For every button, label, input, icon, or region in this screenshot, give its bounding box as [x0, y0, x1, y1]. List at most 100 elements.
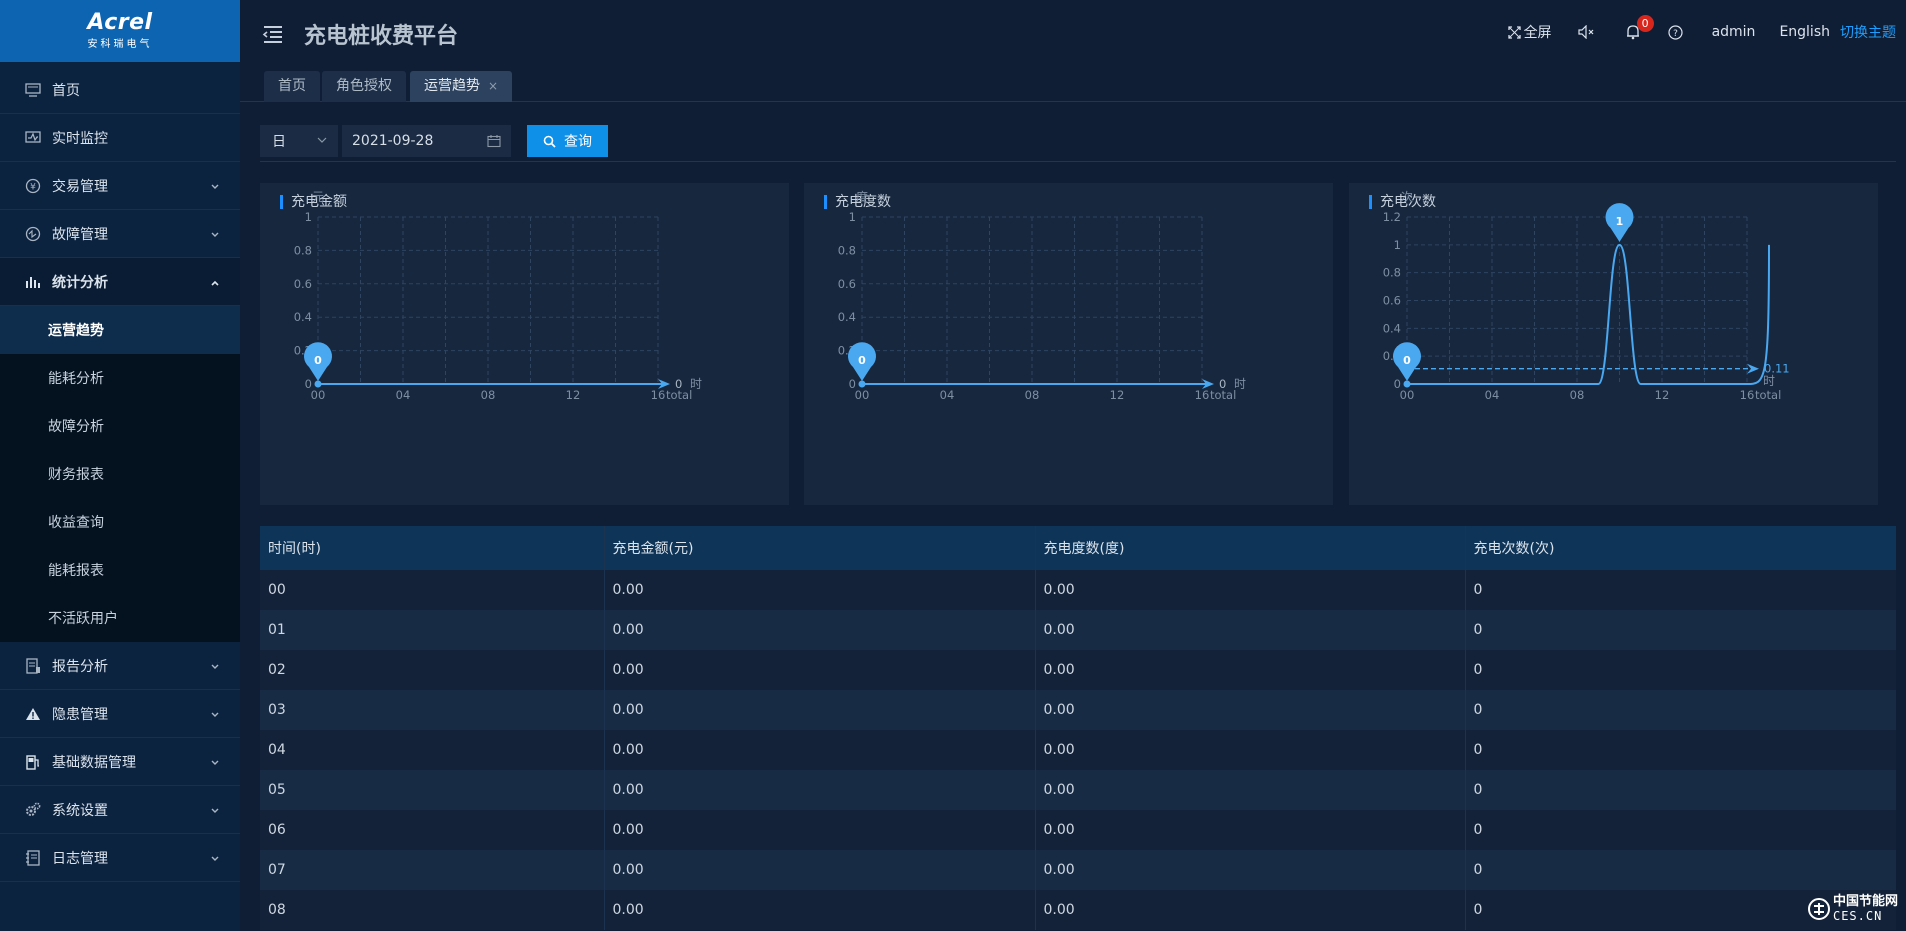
sidebar-item-label: 基础数据管理 [52, 754, 136, 771]
x-axis-title: 时 [1234, 377, 1246, 391]
x-axis-title: 时 [690, 377, 702, 391]
close-icon[interactable]: × [488, 79, 498, 93]
brand-name: Acrel [87, 10, 153, 35]
sidebar-subitem-energy-analysis[interactable]: 能耗分析 [0, 354, 240, 402]
submenu-list: 运营趋势 能耗分析 故障分析 财务报表 收益查询 能耗报表 不活跃用户 [0, 306, 240, 642]
sidebar-subitem-revenue-query[interactable]: 收益查询 [0, 498, 240, 546]
user-menu[interactable]: admin [1712, 24, 1756, 40]
svg-text:¥: ¥ [30, 182, 36, 192]
y-tick-label: 0.6 [294, 277, 312, 291]
table-cell: 0.00 [1035, 610, 1466, 650]
switch-theme-link[interactable]: 切换主题 [1840, 22, 1896, 42]
help-button[interactable]: ? [1667, 24, 1686, 40]
y-axis-title: 次 [1401, 190, 1413, 204]
table-cell: 0.00 [1035, 850, 1466, 890]
table-cell: 0.00 [604, 570, 1036, 610]
query-button[interactable]: 查询 [527, 125, 608, 157]
table-row: 05 0.00 0.00 0 [260, 770, 1896, 810]
column-header[interactable]: 充电金额(元) [604, 526, 1036, 570]
table-cell: 02 [260, 650, 605, 690]
sidebar-item-reports[interactable]: 报告分析 [0, 642, 240, 690]
x-tick-label: 00 [1400, 388, 1415, 402]
date-input[interactable]: 2021-09-28 [342, 125, 511, 157]
watermark-en: CES.CN [1832, 909, 1883, 923]
warning-icon [24, 705, 42, 723]
x-tick-label: 16 [1195, 388, 1210, 402]
x-tick-label: 00 [311, 388, 326, 402]
sidebar-item-logs[interactable]: 日志管理 [0, 834, 240, 882]
table-row: 04 0.00 0.00 0 [260, 730, 1896, 770]
table-cell: 0 [1465, 730, 1896, 770]
sidebar-item-basic-data[interactable]: 基础数据管理 [0, 738, 240, 786]
table-cell: 05 [260, 770, 605, 810]
date-value: 2021-09-28 [352, 133, 434, 149]
y-tick-label: 0.8 [1383, 266, 1401, 280]
y-tick-label: 1 [849, 210, 856, 224]
sidebar-item-faults[interactable]: 故障管理 [0, 210, 240, 258]
average-label: 0 [675, 377, 682, 391]
sidebar-item-transactions[interactable]: ¥ 交易管理 [0, 162, 240, 210]
sidebar-item-settings[interactable]: 系统设置 [0, 786, 240, 834]
chart-panel-count: 充电次数 0 0.2 0.4 0.6 0.8 1 1.2 00 04 08 12 16 total 次 0.… [1349, 183, 1878, 505]
column-header[interactable]: 充电度数(度) [1035, 526, 1466, 570]
sidebar-item-label: 报告分析 [52, 658, 108, 675]
fullscreen-button[interactable]: 全屏 [1507, 22, 1552, 42]
table-row: 02 0.00 0.00 0 [260, 650, 1896, 690]
y-axis-title: 元 [312, 190, 324, 204]
mute-button[interactable] [1577, 25, 1599, 39]
tab-label: 首页 [278, 78, 306, 94]
divider [260, 161, 1896, 162]
marker-label: 0 [858, 354, 866, 367]
y-tick-label: 0.4 [1383, 321, 1401, 335]
table-cell: 0.00 [1035, 770, 1466, 810]
y-tick-label: 0.4 [838, 310, 856, 324]
series-line-total [1746, 244, 1770, 385]
tab-operation-trend[interactable]: 运营趋势 × [410, 71, 513, 102]
language-switch[interactable]: English [1779, 24, 1830, 40]
series-line [1407, 243, 1747, 385]
table-cell: 0 [1465, 610, 1896, 650]
chevron-down-icon [317, 137, 327, 143]
tab-home[interactable]: 首页 [264, 71, 320, 102]
table-cell: 0.00 [604, 650, 1036, 690]
sidebar-subitem-operation-trend[interactable]: 运营趋势 [0, 306, 240, 354]
tab-role-auth[interactable]: 角色授权 [322, 71, 406, 102]
sidebar-item-label: 交易管理 [52, 178, 108, 195]
logo[interactable]: Acrel 安科瑞电气 [0, 0, 240, 62]
x-axis-title: 时 [1763, 374, 1775, 388]
marker-label: 0 [1403, 354, 1411, 367]
tab-label: 角色授权 [336, 78, 392, 94]
sidebar-subitem-energy-report[interactable]: 能耗报表 [0, 546, 240, 594]
sidebar-item-label: 隐患管理 [52, 706, 108, 723]
table-cell: 0.00 [604, 850, 1036, 890]
period-select[interactable]: 日 [260, 125, 338, 157]
table-cell: 0.00 [604, 890, 1036, 930]
header-actions: 全屏 0 ? admin English 切换主题 [1482, 15, 1896, 42]
search-icon [543, 135, 556, 148]
sidebar-item-realtime[interactable]: 实时监控 [0, 114, 240, 162]
x-tick-label: 04 [396, 388, 411, 402]
sidebar-subitem-financial-report[interactable]: 财务报表 [0, 450, 240, 498]
sidebar-item-statistics[interactable]: 统计分析 [0, 258, 240, 306]
sidebar-subitem-inactive-users[interactable]: 不活跃用户 [0, 594, 240, 642]
data-point [314, 380, 322, 388]
table-cell: 0 [1465, 770, 1896, 810]
gears-icon [24, 801, 42, 819]
notifications-button[interactable]: 0 [1625, 15, 1654, 40]
chart-count: 00.20.40.60.811.200 04 08 12 16 total次0.11时01 [1383, 190, 1790, 402]
menu-toggle-icon[interactable] [262, 24, 284, 44]
x-tick-label: 08 [1570, 388, 1585, 402]
column-header[interactable]: 时间(时) [260, 526, 605, 570]
chevron-up-icon [210, 275, 220, 291]
table-row: 07 0.00 0.00 0 [260, 850, 1896, 890]
table-cell: 0.00 [604, 730, 1036, 770]
sidebar-item-hazards[interactable]: 隐患管理 [0, 690, 240, 738]
y-tick-label: 1 [305, 210, 312, 224]
table-cell: 0.00 [604, 810, 1036, 850]
sidebar: Acrel 安科瑞电气 首页 实时监控 ¥ 交易管理 故障管理 统计分析 运营趋… [0, 0, 240, 931]
sidebar-item-home[interactable]: 首页 [0, 66, 240, 114]
table-cell: 08 [260, 890, 605, 930]
sidebar-subitem-fault-analysis[interactable]: 故障分析 [0, 402, 240, 450]
column-header[interactable]: 充电次数(次) [1465, 526, 1896, 570]
sidebar-item-label: 日志管理 [52, 850, 108, 867]
